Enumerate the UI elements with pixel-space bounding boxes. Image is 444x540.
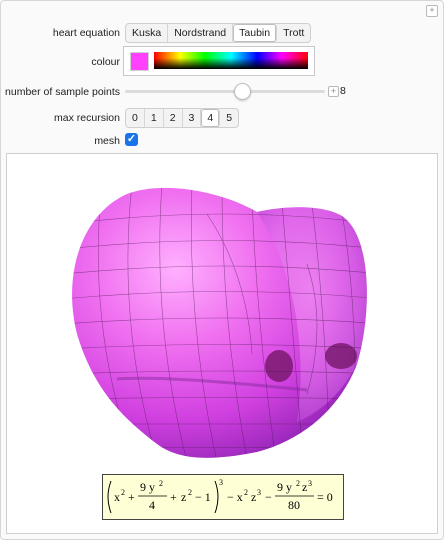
sample-points-slider-thumb[interactable]: [234, 83, 251, 100]
heart-equation-selector[interactable]: Kuska Nordstrand Taubin Trott: [125, 23, 312, 43]
formula-equals: = 0: [317, 490, 333, 504]
heart-equation-label: heart equation: [52, 27, 120, 39]
colour-label: colour: [91, 56, 120, 68]
formula-frac-den: 80: [288, 498, 300, 512]
max-recursion-option-1[interactable]: 1: [145, 109, 164, 127]
formula-sup: 2: [244, 488, 248, 497]
formula-x2: x: [114, 490, 120, 504]
heart-equation-option-trott[interactable]: Trott: [277, 24, 310, 42]
formula-plus: +: [170, 490, 177, 504]
formula-z: z: [251, 490, 256, 504]
formula-sup: 2: [296, 479, 300, 488]
max-recursion-option-5[interactable]: 5: [220, 109, 238, 127]
sample-points-label: number of sample points: [5, 86, 120, 98]
formula-sup: 3: [219, 478, 223, 487]
heart-formula: x 2 + 9 y 2 4 + z 2 − 1 3 − x 2 z 3 − 9 …: [102, 474, 344, 520]
formula-minus-one: − 1: [195, 490, 211, 504]
max-recursion-label: max recursion: [54, 112, 120, 124]
formula-render: x 2 + 9 y 2 4 + z 2 − 1 3 − x 2 z 3 − 9 …: [107, 478, 333, 514]
max-recursion-option-4[interactable]: 4: [201, 109, 221, 127]
max-recursion-option-0[interactable]: 0: [126, 109, 145, 127]
colour-picker[interactable]: [123, 46, 315, 76]
formula-minus: −: [265, 490, 272, 504]
mesh-label: mesh: [94, 135, 120, 147]
formula-frac-num: z: [302, 480, 307, 494]
heart-equation-option-taubin[interactable]: Taubin: [233, 24, 278, 42]
heart-surface: [72, 187, 367, 458]
formula-term: − x: [227, 490, 243, 504]
sample-points-value: 8: [340, 85, 346, 97]
formula-frac-num: 9 y: [140, 480, 155, 494]
sample-points-slider[interactable]: [125, 90, 325, 93]
formula-sup: 2: [159, 479, 163, 488]
heart-equation-option-kuska[interactable]: Kuska: [126, 24, 169, 42]
formula-z: z: [181, 490, 186, 504]
formula-frac-num: 9 y: [277, 480, 292, 494]
mesh-checkbox[interactable]: ✓: [125, 133, 138, 146]
slider-expand-icon[interactable]: +: [328, 86, 339, 97]
formula-sup: 2: [121, 488, 125, 497]
colour-spectrum[interactable]: [154, 52, 308, 69]
formula-sup: 2: [188, 488, 192, 497]
expand-options-icon[interactable]: +: [426, 5, 438, 17]
formula-sup: 3: [308, 479, 312, 488]
colour-swatch[interactable]: [130, 52, 149, 71]
formula-frac-den: 4: [149, 498, 155, 512]
formula-sup: 3: [257, 488, 261, 497]
max-recursion-option-2[interactable]: 2: [164, 109, 183, 127]
formula-plus: +: [128, 490, 135, 504]
max-recursion-option-3[interactable]: 3: [183, 109, 202, 127]
max-recursion-selector[interactable]: 012345: [125, 108, 240, 128]
heart-equation-option-nordstrand[interactable]: Nordstrand: [168, 24, 234, 42]
